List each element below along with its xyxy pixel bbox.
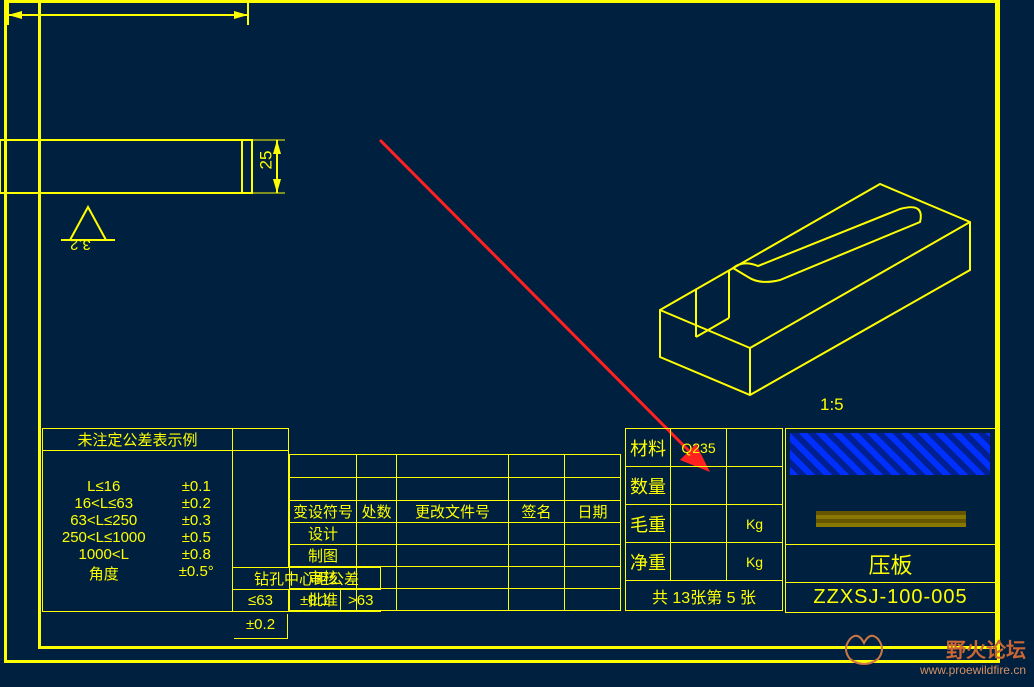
surface-finish-value: 3.2 (70, 236, 91, 253)
iso-scale: 1:5 (820, 395, 844, 415)
company-name-redacted (816, 511, 966, 527)
top-dimension-line (0, 0, 260, 60)
dimension-25: 25 (256, 151, 276, 170)
drawing-number: ZZXSJ-100-005 (786, 583, 996, 613)
sheet-info: 共 13张第 5 张 (626, 581, 783, 611)
logo-icon (842, 629, 884, 669)
gross-unit: Kg (727, 505, 783, 543)
material-label: 材料 (626, 429, 671, 467)
part-name: 压板 (786, 545, 996, 583)
qty-label: 数量 (626, 467, 671, 505)
revision-blank-rows (289, 454, 621, 501)
watermark: 野火论坛 www.proewildfire.cn (920, 634, 1026, 677)
company-logo-redacted (790, 433, 990, 475)
net-label: 净重 (626, 543, 671, 581)
main-info-table: 材料 Q235 数量 毛重 Kg 净重 Kg 共 13张第 5 张 (625, 428, 783, 611)
gross-label: 毛重 (626, 505, 671, 543)
net-unit: Kg (727, 543, 783, 581)
company-title-table: 压板 ZZXSJ-100-005 (785, 428, 996, 613)
tolerance-header: 未注定公差表示例 (43, 429, 233, 451)
side-view-part (0, 120, 310, 240)
material-value: Q235 (671, 429, 727, 467)
revision-table: 变设符号 处数 更改文件号 签名 日期 设计 制图 审核 批准 (289, 500, 621, 611)
hole-tol-b: ±0.2 (234, 614, 288, 639)
